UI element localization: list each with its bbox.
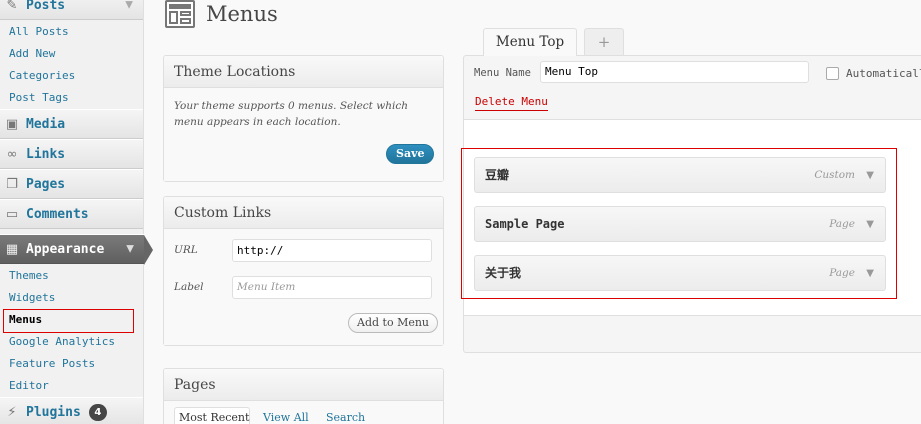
submenu-editor[interactable]: Editor [9,375,49,397]
submenu-post-tags[interactable]: Post Tags [9,87,69,109]
link-icon: ∞ [6,146,18,162]
submenu-feature-posts[interactable]: Feature Posts [9,353,95,375]
menu-name-label: Menu Name [474,67,531,79]
tab-view-all[interactable]: View All [263,411,309,424]
submenu-widgets[interactable]: Widgets [9,287,55,309]
pages-icon: ❐ [6,176,18,192]
menus-screen-icon [165,0,195,28]
chevron-down-icon[interactable]: ▼ [125,0,133,11]
sidebar-item-comments[interactable]: ▭ Comments [0,199,143,229]
sidebar-item-label: Pages [26,176,66,192]
sidebar-item-label: Appearance [26,241,105,257]
menu-name-input[interactable]: Menu Top [540,61,809,83]
theme-locations-box: Theme Locations Your theme supports 0 me… [163,55,444,182]
delete-menu-link[interactable]: Delete Menu [475,95,548,111]
media-icon: ▣ [5,116,19,132]
add-to-menu-button[interactable]: Add to Menu [348,313,439,333]
label-label: Label [174,281,204,293]
chevron-down-icon[interactable]: ▼ [126,244,134,255]
submenu-categories[interactable]: Categories [9,65,75,87]
update-count-badge: 4 [88,403,107,421]
current-indicator [144,235,153,265]
sidebar-item-label: Posts [26,0,66,13]
sidebar-item-label: Comments [26,206,89,222]
custom-links-box: Custom Links URL http:// Label Menu Item… [163,196,444,346]
save-button[interactable]: Save [386,144,435,164]
sidebar-item-label: Media [26,116,66,132]
submenu-themes[interactable]: Themes [9,265,49,287]
sidebar-item-media[interactable]: ▣ Media [0,109,143,139]
plugin-icon: ⚡ [7,404,17,420]
submenu-google-analytics[interactable]: Google Analytics [9,331,115,353]
page-title: Menus [206,2,278,26]
add-menu-tab[interactable]: + [584,28,624,56]
sidebar-item-plugins[interactable]: ⚡ Plugins 4 [0,397,143,424]
label-input[interactable]: Menu Item [232,276,432,299]
pin-icon: ✎ [6,0,18,13]
sidebar-item-links[interactable]: ∞ Links [0,139,143,169]
box-title: Pages [164,369,443,401]
menu-editor-header: Menu Name Menu Top Automatically Delete … [463,55,921,120]
highlight-box-menu-items [461,148,897,299]
sidebar-item-label: Links [26,146,66,162]
appearance-icon: ▦ [5,241,19,257]
auto-add-checkbox[interactable] [826,67,839,80]
theme-locations-text: Your theme supports 0 menus. Select whic… [174,100,408,128]
menu-editor-footer [463,315,921,353]
submenu-all-posts[interactable]: All Posts [9,21,69,43]
comment-icon: ▭ [5,206,19,222]
tab-most-recent[interactable]: Most Recent [179,411,249,424]
url-input[interactable]: http:// [232,239,432,262]
sidebar-item-appearance[interactable]: ▦ Appearance ▼ [0,234,153,265]
sidebar-item-pages[interactable]: ❐ Pages [0,169,143,199]
submenu-add-new[interactable]: Add New [9,43,55,65]
tab-search[interactable]: Search [326,411,365,424]
url-label: URL [174,244,198,256]
highlight-box-menus [3,309,134,333]
sidebar-item-label: Plugins [26,404,81,420]
sidebar-item-posts[interactable]: ✎ Posts ▼ [0,0,143,20]
box-title: Theme Locations [164,56,443,88]
auto-add-label: Automatically [846,67,921,80]
box-title: Custom Links [164,197,443,229]
tab-menu-top[interactable]: Menu Top [483,28,577,56]
admin-sidebar: ✎ Posts ▼ All Posts Add New Categories P… [0,0,153,424]
